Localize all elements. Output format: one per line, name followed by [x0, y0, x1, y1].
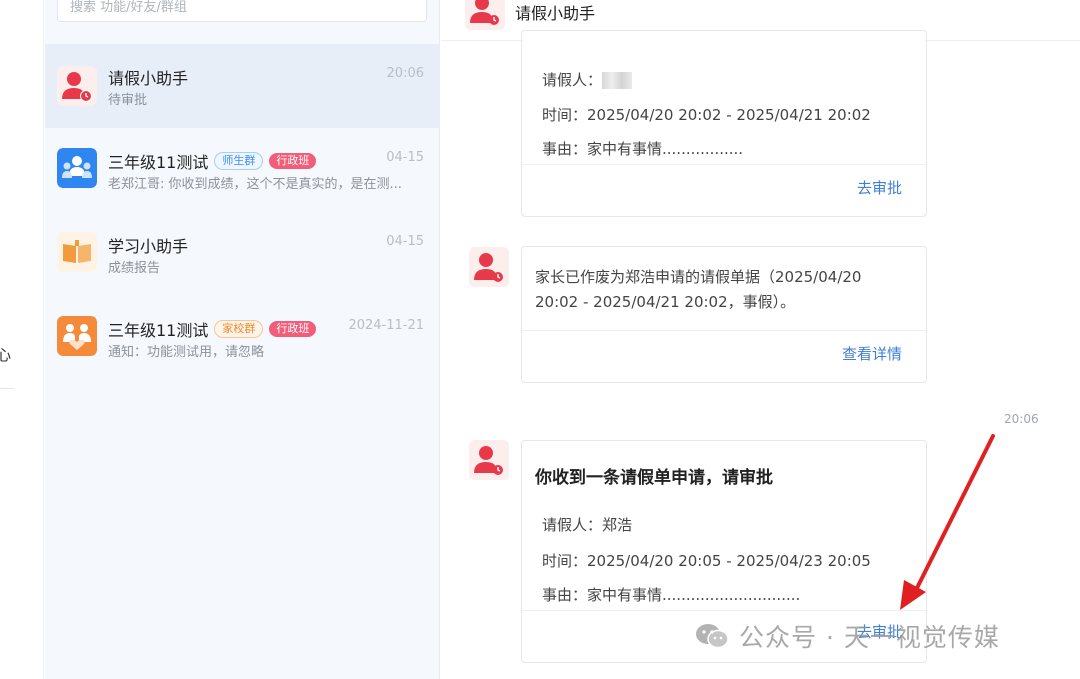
- conversation-preview: 待审批: [108, 93, 148, 108]
- conversation-item-home-school-group[interactable]: 三年级11测试 家校群 行政班 2024-11-21 通知：功能测试用，请忽略: [45, 296, 440, 380]
- group-people-icon: [57, 148, 97, 188]
- applicant-row: 请假人：郑浩: [542, 516, 633, 534]
- redacted-name: [602, 72, 633, 89]
- leave-assistant-icon: [465, 0, 505, 30]
- chat-pane: 请假小助手 请假人： 时间：2025/04/20 20:02 - 2025/04…: [441, 0, 1080, 679]
- tag-home-school-group: 家校群: [214, 320, 264, 338]
- family-heart-icon: [57, 316, 97, 356]
- conversation-name: 三年级11测试 家校群 行政班: [108, 317, 317, 341]
- conversation-name: 请假小助手: [108, 69, 189, 88]
- conversation-time: 2024-11-21: [348, 318, 424, 333]
- leave-assistant-icon: [57, 66, 97, 106]
- watermark-text: 公众号 · 天一视觉传媒: [739, 623, 1000, 652]
- message-timestamp: 20:06: [1004, 412, 1039, 426]
- approve-link[interactable]: 去审批: [857, 177, 902, 198]
- conversation-list: 请假小助手 20:06 待审批 三年级11测试 师生群 行政班 04-15 老郑…: [45, 0, 440, 679]
- search-input[interactable]: [70, 0, 414, 15]
- search-box[interactable]: [57, 0, 427, 22]
- chat-title: 请假小助手: [515, 4, 596, 23]
- applicant-row: 请假人：: [542, 69, 633, 90]
- tag-teacher-student-group: 师生群: [214, 152, 264, 170]
- view-details-link[interactable]: 查看详情: [842, 343, 902, 364]
- conversation-item-class-group[interactable]: 三年级11测试 师生群 行政班 04-15 老郑江哥: 你收到成绩，这个不是真实…: [45, 128, 440, 212]
- app-window: 心 请假小助手 20:06 待审批: [0, 0, 1080, 679]
- conversation-time: 04-15: [386, 150, 424, 165]
- voided-notice-card: 家长已作废为郑浩申请的请假单据（2025/04/20 20:02 - 2025/…: [521, 246, 927, 383]
- tag-admin-class: 行政班: [269, 321, 317, 337]
- leave-assistant-icon: [469, 440, 509, 480]
- card-footer: 去审批: [522, 164, 926, 216]
- card-footer: 查看详情: [522, 330, 926, 382]
- leave-request-card: 请假人： 时间：2025/04/20 20:02 - 2025/04/21 20…: [521, 30, 927, 217]
- reason-row: 事由：家中有事情.................: [542, 140, 744, 158]
- leave-assistant-icon: [469, 247, 509, 287]
- conversation-time: 20:06: [386, 66, 424, 81]
- conversation-preview: 成绩报告: [108, 261, 161, 276]
- tag-admin-class: 行政班: [269, 153, 317, 169]
- conversation-name: 三年级11测试 师生群 行政班: [108, 149, 317, 173]
- time-row: 时间：2025/04/20 20:02 - 2025/04/21 20:02: [542, 106, 871, 124]
- conversation-item-study-assistant[interactable]: 学习小助手 04-15 成绩报告: [45, 212, 440, 296]
- wechat-icon: [696, 624, 729, 649]
- nav-fragment-text: 心: [0, 346, 12, 364]
- conversation-time: 04-15: [386, 234, 424, 249]
- divider: [0, 388, 14, 389]
- conversation-item-leave-assistant[interactable]: 请假小助手 20:06 待审批: [45, 44, 440, 128]
- nav-strip: 心: [0, 0, 44, 679]
- voided-notice-text: 家长已作废为郑浩申请的请假单据（2025/04/20 20:02 - 2025/…: [535, 268, 862, 311]
- reason-row: 事由：家中有事情.............................: [542, 586, 801, 604]
- card-title: 你收到一条请假单申请，请审批: [535, 468, 773, 488]
- watermark: 公众号 · 天一视觉传媒: [695, 618, 1000, 654]
- conversation-name: 学习小助手: [108, 237, 189, 256]
- time-row: 时间：2025/04/20 20:05 - 2025/04/23 20:05: [542, 552, 871, 570]
- open-book-icon: [57, 232, 97, 272]
- conversation-preview: 通知：功能测试用，请忽略: [108, 345, 265, 360]
- conversation-preview: 老郑江哥: 你收到成绩，这个不是真实的，是在测...: [108, 177, 402, 192]
